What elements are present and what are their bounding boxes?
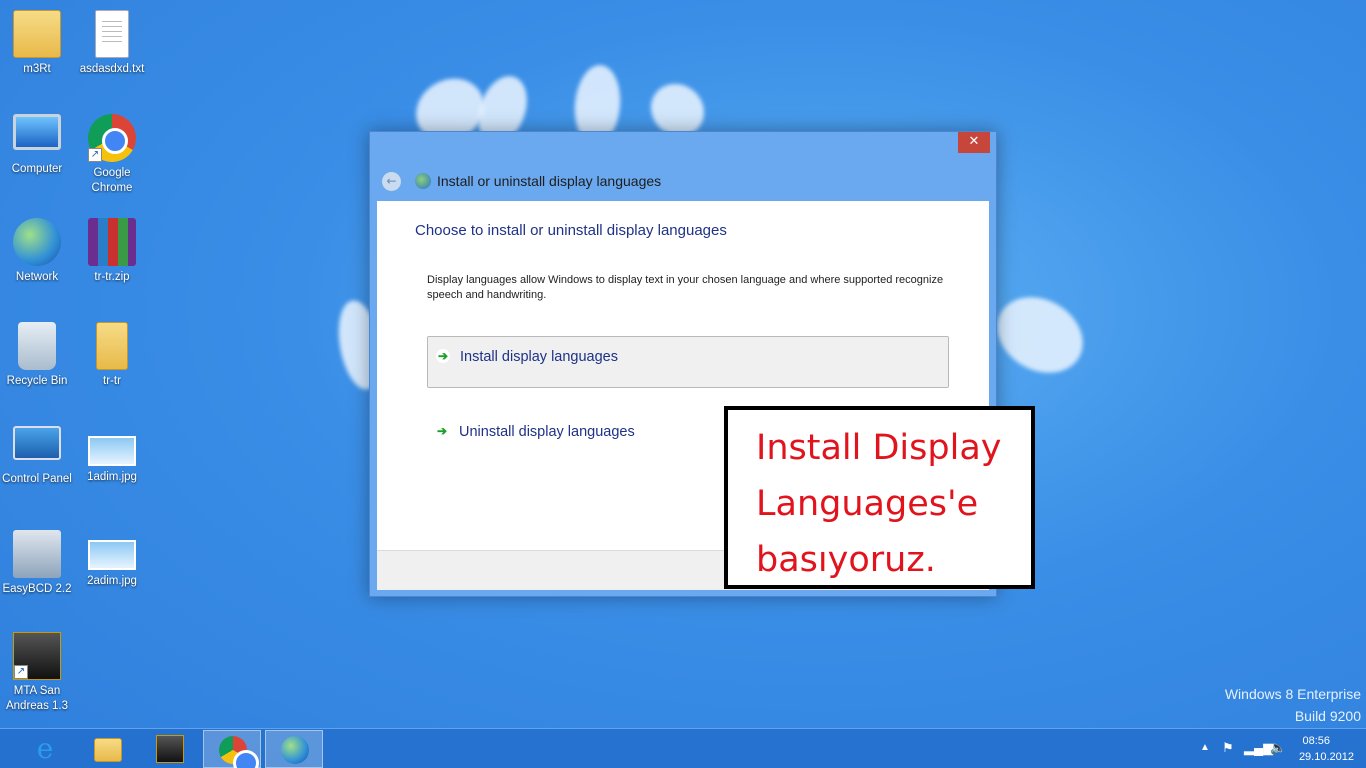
address-title: Install or uninstall display languages: [437, 173, 662, 189]
chrome-icon: ↗: [88, 114, 136, 162]
desktop-icon-label: Google Chrome: [91, 167, 133, 194]
desktop-icon-recycle-bin[interactable]: Recycle Bin: [0, 322, 74, 389]
back-arrow-icon[interactable]: ←: [382, 171, 401, 191]
mta-icon: ↗: [13, 632, 61, 680]
shortcut-arrow-icon: ↗: [14, 665, 28, 679]
desktop-icon-label: tr-tr: [103, 375, 121, 387]
green-arrow-icon: ➔: [435, 424, 449, 438]
annotation-line: Install Display: [756, 428, 1002, 468]
chrome-icon: [219, 736, 259, 768]
desktop-icon-control-panel[interactable]: Control Panel: [0, 426, 74, 487]
clock-date[interactable]: 29.10.2012: [1299, 751, 1354, 763]
desktop-icon-label: asdasdxd.txt: [79, 63, 145, 75]
taskbar-internet-explorer[interactable]: e: [16, 730, 74, 768]
annotation-line: basıyoruz.: [756, 540, 936, 580]
instruction-annotation: Install Display Languages'e basıyoruz.: [724, 406, 1035, 589]
desktop-icon-1adim-jpg[interactable]: 1adim.jpg: [75, 426, 149, 485]
desktop-icon-label: MTA San Andreas 1.3: [5, 685, 68, 712]
desktop-icon-label: Control Panel: [2, 473, 72, 485]
desktop-icon-2adim-jpg[interactable]: 2adim.jpg: [75, 530, 149, 589]
desktop-icon-mta-san-andreas[interactable]: ↗ MTA San Andreas 1.3: [0, 632, 74, 714]
desktop-icon-label: 1adim.jpg: [87, 471, 137, 483]
folder-icon: [96, 322, 128, 370]
winrar-archive-icon: [88, 218, 136, 266]
taskbar-file-explorer[interactable]: [79, 730, 137, 768]
shortcut-arrow-icon: ↗: [88, 148, 102, 162]
desktop-icon-tr-tr-zip[interactable]: tr-tr.zip: [75, 218, 149, 285]
desktop-icon-tr-tr[interactable]: tr-tr: [75, 322, 149, 389]
desktop-icon-network[interactable]: Network: [0, 218, 74, 285]
desktop-icon-label: tr-tr.zip: [94, 271, 130, 283]
windows-edition-watermark: Windows 8 Enterprise: [1224, 686, 1361, 702]
desktop-icon-label: 2adim.jpg: [87, 575, 137, 587]
green-arrow-icon: ➔: [436, 349, 450, 363]
network-icon: [13, 218, 61, 266]
close-button[interactable]: ✕: [958, 132, 990, 153]
desktop-icon-label: EasyBCD 2.2: [2, 583, 72, 595]
language-settings-icon: [415, 173, 431, 189]
internet-explorer-icon: e: [36, 732, 54, 765]
desktop-icon-label: Network: [15, 271, 59, 283]
computer-icon: [13, 114, 61, 150]
annotation-line: Languages'e: [756, 484, 979, 524]
text-file-icon: [95, 10, 129, 58]
file-explorer-icon: [94, 738, 122, 762]
language-settings-icon: [281, 736, 309, 764]
control-panel-icon: [13, 426, 61, 460]
desktop-icon-computer[interactable]: Computer: [0, 114, 74, 177]
taskbar-language-settings[interactable]: [265, 730, 323, 768]
taskbar-chrome[interactable]: [203, 730, 261, 768]
windows-build-watermark: Build 9200: [1294, 708, 1361, 724]
option-label: Uninstall display languages: [459, 424, 635, 440]
page-title: Choose to install or uninstall display l…: [415, 222, 727, 239]
desktop-icon-label: m3Rt: [23, 63, 51, 75]
desktop-icon-m3rt[interactable]: m3Rt: [0, 10, 74, 77]
taskbar-mta[interactable]: [141, 730, 199, 768]
wallpaper-petal: [983, 282, 1097, 388]
recycle-bin-icon: [18, 322, 56, 370]
taskbar: e ▲ ⚑ ▂▄▆ 🔈 08:56 29.10.2012: [0, 728, 1366, 768]
easybcd-icon: [13, 530, 61, 578]
option-label: Install display languages: [460, 349, 618, 365]
user-folder-icon: [13, 10, 61, 58]
desktop-icon-asdasdxd-txt[interactable]: asdasdxd.txt: [75, 10, 149, 77]
clock-time[interactable]: 08:56: [1302, 735, 1330, 747]
desktop-icon-easybcd[interactable]: EasyBCD 2.2: [0, 530, 74, 597]
desktop-icon-label: Recycle Bin: [6, 375, 68, 387]
mta-icon: [156, 735, 184, 763]
desktop-icon-google-chrome[interactable]: ↗ Google Chrome: [75, 114, 149, 196]
install-display-languages-button[interactable]: ➔ Install display languages: [427, 336, 949, 388]
desktop-icon-label: Computer: [11, 163, 63, 175]
image-file-icon: [88, 436, 136, 466]
action-center-icon[interactable]: ⚑: [1222, 740, 1234, 756]
page-description: Display languages allow Windows to displ…: [427, 274, 944, 301]
network-signal-icon[interactable]: ▂▄▆: [1244, 740, 1273, 756]
system-tray: ▲ ⚑ ▂▄▆ 🔈 08:56 29.10.2012: [1186, 729, 1366, 768]
show-hidden-icons-icon[interactable]: ▲: [1200, 742, 1210, 753]
volume-icon[interactable]: 🔈: [1270, 740, 1286, 756]
image-file-icon: [88, 540, 136, 570]
address-bar: ← Install or uninstall display languages: [382, 170, 661, 192]
